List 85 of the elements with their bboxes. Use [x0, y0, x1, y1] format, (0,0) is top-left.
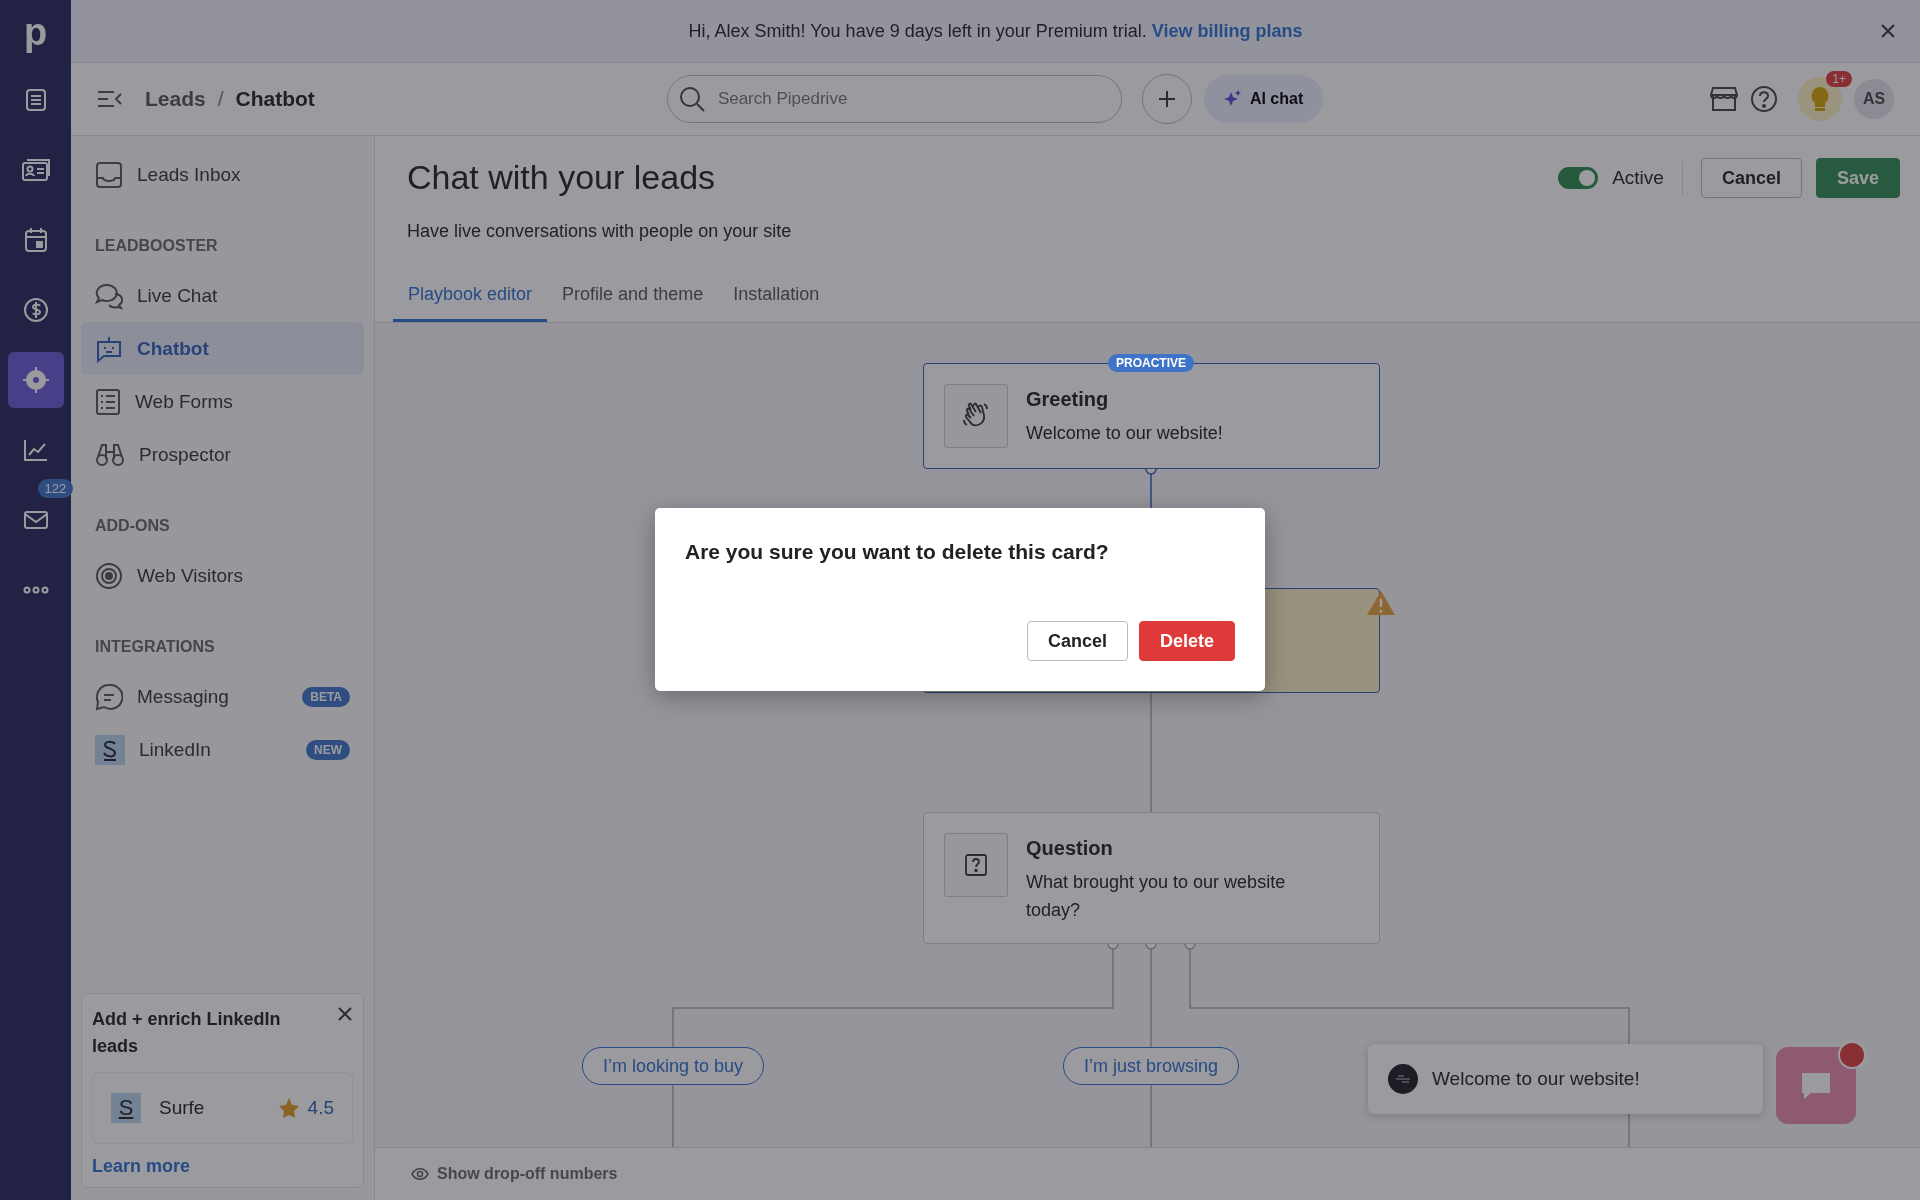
chart-icon — [22, 438, 49, 462]
section-heading: ADD-ONS — [94, 516, 171, 536]
eye-icon — [411, 1168, 429, 1180]
sidebar-item[interactable]: Prospector — [81, 428, 364, 481]
collapse-menu-icon[interactable] — [97, 90, 123, 108]
question-card[interactable]: Question What brought you to our website today? — [923, 812, 1380, 944]
dialog-message: Are you sure you want to delete this card? — [685, 540, 1110, 564]
close-icon[interactable] — [337, 1006, 353, 1022]
sidebar-item[interactable]: Live Chat — [81, 269, 364, 322]
inbox-icon — [95, 160, 123, 189]
cancel-button[interactable]: Cancel — [1700, 158, 1802, 198]
radar-icon — [95, 561, 123, 590]
sidebar-item[interactable]: Leads Inbox — [81, 148, 364, 201]
section-heading: INTEGRATIONS — [94, 637, 216, 657]
app-logo: S — [111, 1093, 141, 1123]
page-subtitle: Have live conversations with people on your site — [407, 221, 792, 242]
breadcrumb-separator: / — [217, 87, 224, 111]
page-title: Chat with your leads — [407, 158, 717, 197]
reply-option[interactable]: I’m just browsing — [1063, 1047, 1239, 1085]
cancel-button[interactable]: Cancel — [1026, 621, 1128, 661]
sparkle-icon — [1223, 90, 1242, 108]
plus-icon — [1157, 90, 1176, 108]
app-card[interactable]: S Surfe 4.5 — [92, 1072, 353, 1144]
sidebar-item[interactable]: Messaging BETA — [81, 670, 364, 723]
mail-icon — [22, 510, 49, 530]
card-message: What brought you to our website today? — [1026, 871, 1287, 922]
chat-bubbles-icon — [95, 281, 123, 310]
rail-button[interactable] — [7, 352, 64, 408]
user-avatar[interactable]: AS — [1854, 79, 1894, 119]
app-logo[interactable]: p — [23, 12, 48, 58]
robot-icon — [95, 334, 123, 363]
save-button[interactable]: Save — [1815, 158, 1900, 198]
form-list-icon — [95, 387, 121, 416]
promo-title: Add + enrich LinkedIn leads — [92, 1008, 282, 1058]
toggle-label: Active — [1612, 167, 1664, 189]
lightbulb-icon — [1810, 86, 1830, 112]
trial-message: Hi, Alex Smith! You have 9 days left in your Premium trial. View billing plans — [688, 20, 1303, 42]
surfe-logo-icon — [95, 734, 125, 765]
billing-link[interactable]: View billing plans — [1151, 20, 1303, 41]
add-button[interactable] — [1141, 74, 1192, 124]
search-field[interactable]: Search Pipedrive — [666, 75, 1122, 123]
tab[interactable]: Profile and theme — [547, 276, 719, 322]
chat-launcher[interactable] — [1776, 1047, 1856, 1124]
sidebar-item[interactable]: Chatbot — [81, 322, 364, 375]
message-bubble-icon — [95, 682, 123, 711]
app-rating: 4.5 — [307, 1097, 334, 1119]
card-message: Welcome to our website! — [1026, 422, 1223, 445]
chat-preview[interactable]: Welcome to our website! — [1368, 1044, 1763, 1114]
learn-more-link[interactable]: Learn more — [92, 1156, 353, 1177]
breadcrumb-current: Chatbot — [235, 87, 315, 111]
avatar-icon — [1388, 1064, 1418, 1094]
search-icon — [678, 86, 705, 112]
sidebar-item[interactable]: Web Visitors — [81, 549, 364, 602]
proactive-badge: PROACTIVE — [1108, 354, 1194, 372]
document-icon — [24, 88, 47, 112]
question-mark-icon — [964, 853, 988, 877]
sidebar-item[interactable]: Web Forms — [81, 375, 364, 428]
breadcrumb-link[interactable]: Leads — [145, 87, 206, 111]
app-name: Surfe — [159, 1097, 206, 1119]
star-icon — [277, 1097, 300, 1119]
chat-preview-message: Welcome to our website! — [1432, 1068, 1640, 1090]
notification-badge: 1+ — [1826, 71, 1852, 87]
close-icon[interactable] — [1880, 23, 1896, 39]
warning-icon — [1366, 590, 1396, 616]
more-icon — [22, 586, 49, 594]
card-title: Greeting — [1026, 388, 1110, 411]
help-icon[interactable] — [1750, 85, 1778, 113]
count-badge: 122 — [37, 479, 74, 498]
reply-option[interactable]: I’m looking to buy — [581, 1047, 765, 1085]
dollar-icon — [22, 297, 49, 323]
active-toggle[interactable] — [1558, 167, 1599, 189]
delete-button[interactable]: Delete — [1138, 621, 1235, 661]
tab[interactable]: Installation — [718, 276, 835, 322]
store-icon[interactable] — [1710, 86, 1738, 112]
card-title: Question — [1026, 837, 1114, 860]
ai-chat-button[interactable]: AI chat — [1203, 75, 1324, 123]
target-icon — [21, 366, 50, 394]
calendar-icon — [23, 227, 48, 253]
section-heading: LEADBOOSTER — [94, 236, 219, 256]
sidebar-item[interactable]: LinkedIn NEW — [81, 723, 364, 776]
status-badge: NEW — [306, 739, 350, 760]
contact-card-icon — [20, 158, 51, 182]
status-badge: BETA — [302, 686, 350, 707]
binoculars-icon — [95, 441, 125, 468]
drop-off-toggle[interactable]: Show drop-off numbers — [411, 1165, 618, 1183]
